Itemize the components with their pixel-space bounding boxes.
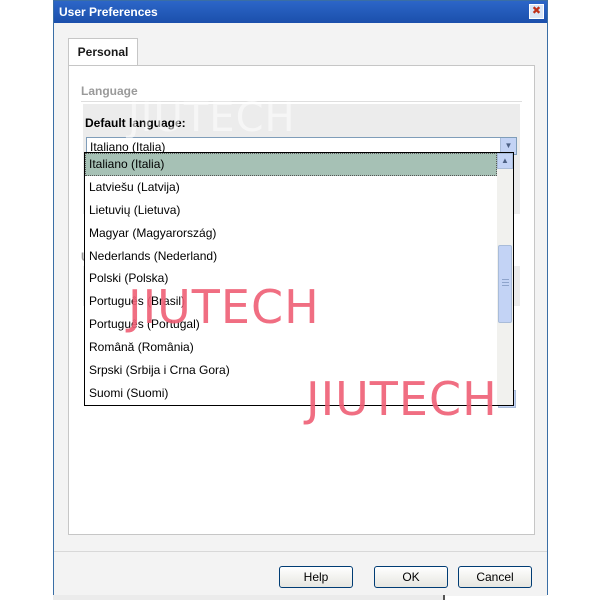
underlying-window-edge [53,595,445,600]
window-title: User Preferences [59,5,158,19]
language-dropdown-list[interactable]: Italiano (Italia) Latviešu (Latvija) Lie… [84,152,514,406]
language-option[interactable]: Polski (Polska) [85,267,497,290]
language-option[interactable]: Magyar (Magyarország) [85,222,497,245]
dropdown-scrollbar[interactable]: ▲ [497,153,513,405]
ok-button[interactable]: OK [374,566,448,588]
grip-line [502,282,509,283]
dialog-footer: Help OK Cancel [54,551,547,596]
language-option[interactable]: Română (România) [85,336,497,359]
language-section-title: Language [81,84,138,98]
title-bar[interactable]: User Preferences ✖ [54,1,547,23]
tab-personal[interactable]: Personal [68,38,138,65]
scroll-thumb[interactable] [498,245,512,323]
language-option[interactable]: Srpski (Srbija i Crna Gora) [85,359,497,382]
cancel-button[interactable]: Cancel [458,566,532,588]
grip-line [502,285,509,286]
language-option[interactable]: Português (Brasil) [85,290,497,313]
default-language-label: Default language: [85,116,186,130]
language-option[interactable]: Suomi (Suomi) [85,382,497,405]
language-option[interactable]: Latviešu (Latvija) [85,176,497,199]
language-option[interactable]: Nederlands (Nederland) [85,245,497,268]
grip-line [502,279,509,280]
language-option[interactable]: Italiano (Italia) [85,153,497,176]
language-option[interactable]: Lietuvių (Lietuva) [85,199,497,222]
section-divider [81,101,522,102]
language-options: Italiano (Italia) Latviešu (Latvija) Lie… [85,153,497,405]
close-icon[interactable]: ✖ [529,4,544,19]
help-button[interactable]: Help [279,566,353,588]
language-option[interactable]: Português (Portugal) [85,313,497,336]
chevron-up-icon[interactable]: ▲ [497,153,513,169]
